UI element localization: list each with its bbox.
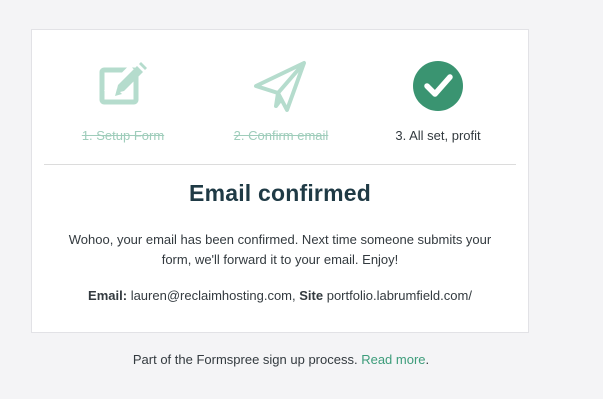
- paper-plane-icon: [251, 60, 311, 114]
- confirmation-details: Email: lauren@reclaimhosting.com, Site p…: [32, 288, 528, 303]
- progress-steps: 1. Setup Form 2. Confirm email 3. All se…: [32, 30, 528, 164]
- site-value: portfolio.labrumfield.com/: [326, 288, 472, 303]
- footer-suffix: .: [425, 352, 430, 367]
- site-label: Site: [299, 288, 324, 303]
- email-value: lauren@reclaimhosting.com,: [130, 288, 296, 303]
- checkmark-circle-icon: [408, 60, 468, 114]
- footer-text: Part of the Formspree sign up process.: [132, 352, 358, 367]
- edit-icon: [93, 60, 153, 114]
- confirmation-message: Wohoo, your email has been confirmed. Ne…: [68, 232, 492, 267]
- step-label: 3. All set, profit: [395, 128, 481, 143]
- read-more-link[interactable]: Read more: [361, 352, 425, 367]
- step-setup-form: 1. Setup Form: [43, 60, 203, 143]
- step-label: 2. Confirm email: [233, 128, 329, 143]
- divider: [44, 164, 516, 165]
- step-label: 1. Setup Form: [81, 128, 165, 143]
- step-all-set: 3. All set, profit: [358, 60, 518, 143]
- email-label: Email:: [88, 288, 128, 303]
- page-title: Email confirmed: [189, 180, 371, 206]
- step-confirm-email: 2. Confirm email: [201, 60, 361, 143]
- footer-note: Part of the Formspree sign up process. R…: [0, 352, 562, 367]
- confirmation-card: 1. Setup Form 2. Confirm email 3. All se…: [31, 29, 529, 333]
